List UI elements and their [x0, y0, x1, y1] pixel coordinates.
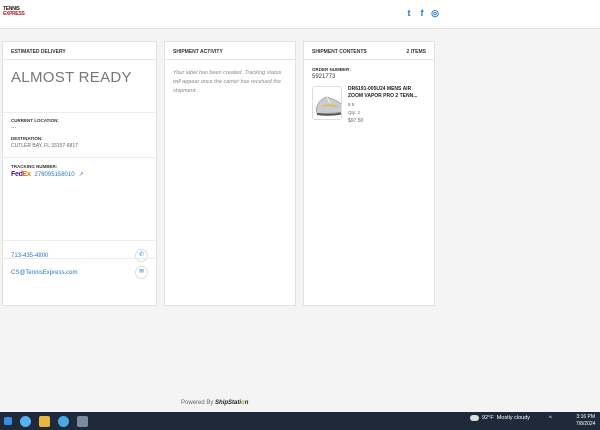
- divider: [3, 258, 156, 259]
- current-location-value: ---: [11, 125, 16, 131]
- product-info: DR6191-005U24 MENS AIR ZOOM VAPOR PRO 2 …: [348, 86, 426, 124]
- product-size: 8.5: [348, 102, 355, 107]
- powered-by: Powered By ShipStation: [181, 400, 248, 406]
- fedex-fed: Fed: [11, 171, 23, 178]
- powered-by-text: Powered By: [181, 400, 214, 406]
- envelope-icon[interactable]: ✉: [135, 266, 148, 279]
- logo-line-2: EXPRESS: [3, 11, 25, 17]
- delivery-card: ESTIMATED DELIVERY ALMOST READY CURRENT …: [2, 41, 157, 306]
- contents-heading: SHIPMENT CONTENTS: [312, 49, 367, 55]
- chevron-up-icon[interactable]: ^: [549, 416, 552, 422]
- activity-card: SHIPMENT ACTIVITY Your label has been cr…: [164, 41, 296, 306]
- contents-card: SHIPMENT CONTENTS 2 ITEMS ORDER NUMBER: …: [303, 41, 435, 306]
- destination-label: DESTINATION:: [11, 136, 43, 141]
- tracking-section: TRACKING NUMBER: FedEx 276095158010 ↗: [3, 158, 156, 184]
- calculator-icon[interactable]: [77, 415, 88, 427]
- brand-pre: ShipStati: [215, 400, 242, 406]
- current-location-label: CURRENT LOCATION:: [11, 118, 59, 123]
- facebook-icon[interactable]: f: [418, 9, 426, 18]
- activity-message: Your label has been created. Tracking st…: [173, 70, 282, 94]
- product-item: DR6191-005U24 MENS AIR ZOOM VAPOR PRO 2 …: [304, 80, 434, 130]
- clock-date: 7/8/2024: [576, 421, 596, 427]
- location-section: CURRENT LOCATION: --- DESTINATION: CUTLE…: [3, 113, 156, 158]
- product-qty: Qty: 2: [348, 110, 361, 115]
- phone-icon[interactable]: ✆: [135, 249, 148, 262]
- tracking-number-link[interactable]: 276095158010: [35, 172, 75, 178]
- tennis-express-logo[interactable]: TENNIS EXPRESS: [3, 7, 25, 18]
- items-count: 2 ITEMS: [406, 49, 426, 55]
- clock[interactable]: 3:16 PM 7/8/2024: [576, 414, 595, 428]
- taskbar: 92°F Mostly cloudy ^ 3:16 PM 7/8/2024: [0, 412, 600, 430]
- delivery-heading: ESTIMATED DELIVERY: [11, 49, 66, 55]
- external-link-icon[interactable]: ↗: [79, 171, 84, 178]
- activity-heading: SHIPMENT ACTIVITY: [173, 49, 223, 55]
- email-link[interactable]: CS@TennisExpress.com: [11, 270, 77, 276]
- weather-condition: Mostly cloudy: [496, 415, 531, 421]
- weather-widget[interactable]: 92°F Mostly cloudy: [468, 413, 531, 421]
- fedex-ex: Ex: [22, 171, 31, 178]
- instagram-icon[interactable]: ◎: [431, 9, 439, 18]
- email-row: CS@TennisExpress.com ✉: [3, 266, 156, 279]
- top-header: TENNIS EXPRESS t f ◎: [0, 0, 600, 29]
- destination-value: CUTLER BAY, FL 33157-6817: [11, 143, 78, 149]
- shipstation-logo[interactable]: ShipStation: [215, 400, 248, 406]
- product-name: DR6191-005U24 MENS AIR ZOOM VAPOR PRO 2 …: [348, 86, 418, 99]
- divider: [3, 240, 156, 241]
- social-links: t f ◎: [405, 9, 439, 18]
- delivery-card-header: ESTIMATED DELIVERY: [3, 42, 156, 60]
- fedex-logo: FedEx: [11, 171, 31, 178]
- activity-card-header: SHIPMENT ACTIVITY: [165, 42, 295, 60]
- order-section: ORDER NUMBER: 5921773: [304, 60, 434, 80]
- taskbar-app-icon[interactable]: [20, 415, 31, 427]
- file-explorer-icon[interactable]: [39, 415, 50, 427]
- tracking-label: TRACKING NUMBER:: [11, 164, 58, 169]
- product-price: $97.50: [348, 118, 364, 124]
- contents-card-header: SHIPMENT CONTENTS 2 ITEMS: [304, 42, 434, 60]
- brand-post: n: [244, 400, 249, 406]
- browser-icon[interactable]: [58, 415, 69, 427]
- windows-start-icon[interactable]: [4, 417, 12, 425]
- phone-row: 713-435-4800 ✆: [3, 249, 156, 262]
- clock-time: 3:16 PM: [576, 414, 596, 420]
- delivery-status: ALMOST READY: [3, 60, 156, 113]
- order-number-label: ORDER NUMBER:: [312, 67, 351, 72]
- product-image: [312, 86, 342, 120]
- twitter-icon[interactable]: t: [405, 9, 413, 18]
- weather-temp: 92°F: [482, 415, 494, 421]
- cloud-icon: [468, 413, 479, 421]
